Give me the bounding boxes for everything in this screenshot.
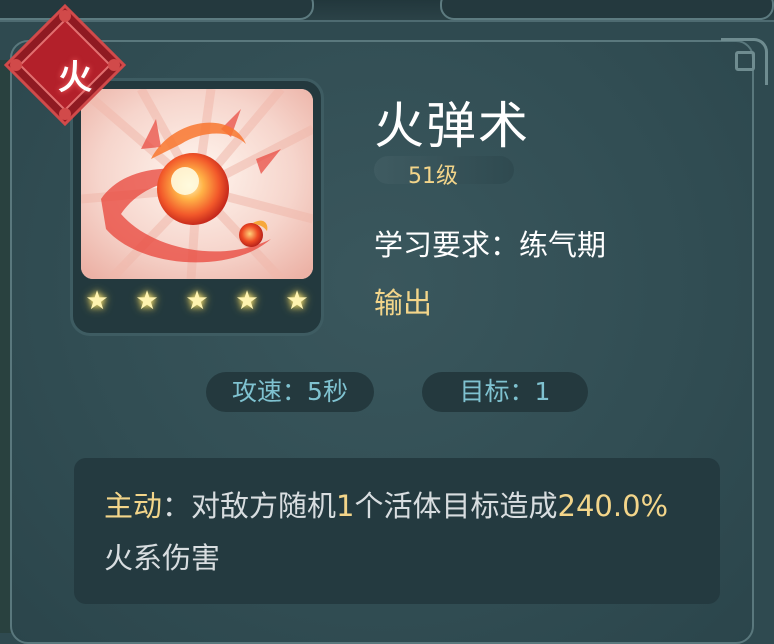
description-damage: 240.0% bbox=[557, 489, 669, 523]
star-icon: ★ bbox=[235, 286, 259, 316]
element-label: 火 bbox=[58, 58, 92, 98]
target-count-stat: 目标：1 bbox=[422, 372, 588, 412]
description-prefix: 主动 bbox=[104, 489, 163, 523]
star-rating: ★ ★ ★ ★ ★ bbox=[77, 287, 317, 319]
skill-name: 火弹术 bbox=[374, 97, 530, 155]
level-badge: 51级 bbox=[374, 156, 514, 189]
description-text-1: 对敌方随机 bbox=[191, 489, 337, 523]
skill-description: 主动：对敌方随机1个活体目标造成240.0% 火系伤害 bbox=[104, 480, 690, 584]
star-icon: ★ bbox=[185, 286, 209, 316]
description-text-3: 火系伤害 bbox=[104, 541, 221, 575]
star-icon: ★ bbox=[85, 286, 109, 316]
top-tab-right bbox=[440, 0, 774, 20]
attack-speed-stat: 攻速：5秒 bbox=[206, 372, 374, 412]
corner-ornament bbox=[721, 38, 768, 85]
description-text-2: 个活体目标造成 bbox=[354, 489, 558, 523]
level-text: 51级 bbox=[408, 164, 458, 189]
star-icon: ★ bbox=[135, 286, 159, 316]
fire-element-badge: 火 bbox=[3, 3, 127, 127]
skill-description-box: 主动：对敌方随机1个活体目标造成240.0% 火系伤害 bbox=[74, 458, 720, 604]
learn-requirement: 学习要求：练气期 bbox=[374, 228, 607, 262]
star-icon: ★ bbox=[285, 286, 309, 316]
description-separator: ： bbox=[162, 489, 192, 523]
description-count: 1 bbox=[336, 489, 355, 523]
skill-type: 输出 bbox=[374, 286, 433, 320]
